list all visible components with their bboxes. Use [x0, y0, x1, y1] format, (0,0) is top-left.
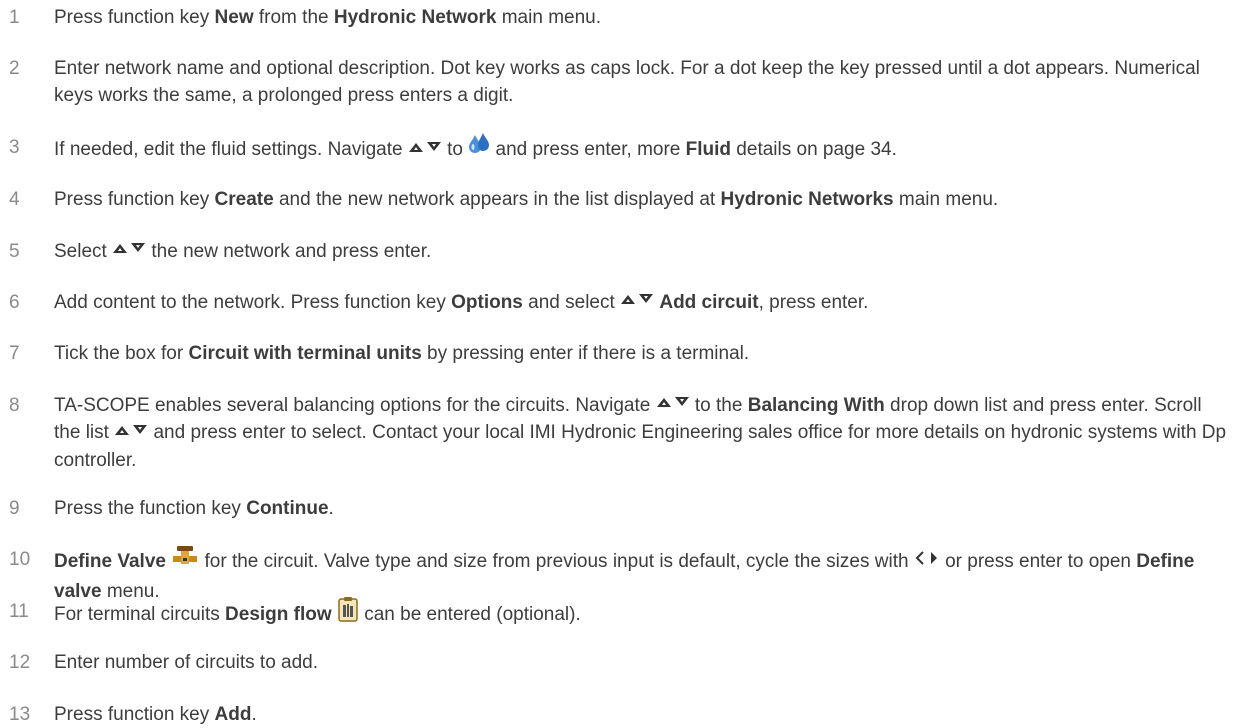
step-number: 9 [9, 498, 20, 519]
step-text-run: can be entered (optional). [358, 604, 581, 626]
step-text-run: . [251, 704, 257, 725]
step-text-run: main menu. [496, 7, 601, 28]
up-down-arrows-icon [114, 418, 148, 445]
up-down-arrows-icon [620, 287, 654, 314]
step-text: Press function key Add. [54, 701, 1229, 728]
key-term: Create [214, 189, 274, 210]
step-text-run: by pressing enter if there is a terminal… [421, 343, 750, 364]
step-text-run: and press enter to select. Contact your … [54, 422, 1227, 471]
key-term: Options [451, 292, 523, 313]
key-term: Circuit with terminal units [188, 343, 422, 364]
step-text-run: and press enter, more [490, 139, 686, 161]
step-text-run: and the new network appears in the list … [273, 189, 721, 210]
step-text-run: Enter network name and optional descript… [54, 58, 1200, 106]
step-number: 11 [9, 601, 29, 622]
step-text-run: the new network and press enter. [146, 241, 432, 262]
key-term: Hydronic Networks [720, 189, 894, 210]
step-text: If needed, edit the fluid settings. Navi… [54, 132, 1229, 166]
step-text: Tick the box for Circuit with terminal u… [54, 340, 1229, 367]
step-number: 8 [9, 395, 20, 416]
step-text: Press function key Create and the new ne… [54, 186, 1229, 213]
step-text-run: Press function key [54, 189, 215, 210]
step-text-run: . [328, 498, 334, 519]
step-text-run: and select [522, 292, 621, 313]
key-term: Add [214, 704, 252, 725]
step-text-run: Tick the box for [54, 343, 189, 364]
key-term: Design flow [225, 604, 332, 626]
step-text: Add content to the network. Press functi… [54, 289, 1229, 316]
step-text-run: For terminal circuits [54, 604, 226, 626]
step-number: 1 [9, 7, 20, 28]
step-number: 6 [9, 292, 20, 313]
step-text-run: TA-SCOPE enables several balancing optio… [54, 395, 656, 416]
key-term: Fluid [685, 139, 732, 161]
step-text-run: from the [253, 7, 334, 28]
fluid-drops-icon [468, 132, 490, 164]
key-term: Balancing With [747, 395, 885, 416]
step-text-run: to [441, 139, 469, 161]
step-text-run: If needed, edit the fluid settings. Navi… [54, 139, 408, 161]
step-text-run: , press enter. [758, 292, 869, 313]
step-text-run: Enter number of circuits to add. [54, 652, 319, 673]
step-number: 7 [9, 343, 20, 364]
step-text: Press function key New from the Hydronic… [54, 4, 1229, 31]
step-number: 4 [9, 189, 20, 210]
step-number: 13 [9, 704, 31, 725]
key-term: Continue [246, 498, 329, 519]
step-text: For terminal circuits Design flow can be… [54, 596, 1229, 632]
step-text-run: Press function key [54, 7, 215, 28]
step-text-run: Press function key [54, 704, 215, 725]
step-number: 12 [9, 652, 31, 673]
step-text-run: for the circuit. Valve type and size fro… [199, 551, 914, 573]
step-text: Define Valve for the circuit. Valve type… [54, 546, 1229, 605]
step-number: 10 [9, 549, 31, 570]
step-text-run: details on page 34. [731, 139, 897, 161]
step-text-run: or press enter to open [939, 551, 1137, 573]
step-text-run: Add content to the network. Press functi… [54, 292, 452, 313]
step-number: 2 [9, 58, 20, 79]
key-term: Hydronic Network [333, 7, 497, 28]
up-down-arrows-icon [408, 135, 442, 162]
up-down-arrows-icon [112, 236, 146, 263]
key-term: Define Valve [54, 551, 166, 573]
step-text: Select the new network and press enter. [54, 238, 1229, 265]
step-text-run: to the [689, 395, 748, 416]
step-text: Enter number of circuits to add. [54, 649, 1229, 676]
step-text-run: main menu. [893, 189, 999, 210]
step-text-run: Select [54, 241, 113, 262]
key-term: New [214, 7, 254, 28]
step-number: 5 [9, 241, 20, 262]
left-right-arrows-icon [914, 547, 940, 574]
step-text-run: Press the function key [54, 498, 247, 519]
design-flow-icon [337, 596, 359, 630]
up-down-arrows-icon [656, 390, 690, 417]
valve-icon [171, 544, 199, 576]
step-text: Enter network name and optional descript… [54, 55, 1229, 109]
step-text: Press the function key Continue. [54, 495, 1229, 522]
key-term: Add circuit [659, 292, 759, 313]
step-number: 3 [9, 137, 20, 158]
step-text: TA-SCOPE enables several balancing optio… [54, 392, 1229, 474]
